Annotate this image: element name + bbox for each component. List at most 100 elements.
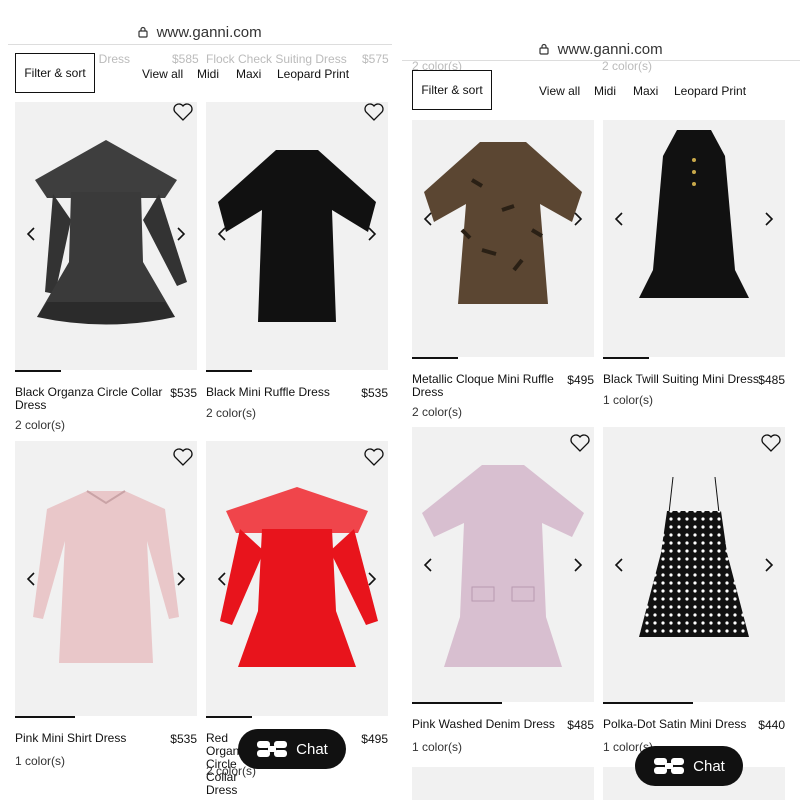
- lock-icon: [138, 26, 148, 38]
- product-price: $495: [567, 373, 594, 387]
- filter-sort-label: Filter & sort: [24, 66, 86, 80]
- chat-label: Chat: [296, 740, 328, 758]
- heart-icon[interactable]: [363, 102, 385, 122]
- product-name[interactable]: Black Twill Suiting Mini Dress: [603, 373, 763, 386]
- filter-sort-button[interactable]: Filter & sort: [412, 70, 492, 110]
- image-progress: [603, 357, 649, 359]
- left-screenshot: www.ganni.com …nza Ivy Mini Dress $585 F…: [0, 0, 400, 800]
- ghost-text: 2 color(s): [602, 59, 653, 73]
- product-image[interactable]: [206, 441, 388, 716]
- chevron-left-icon[interactable]: [613, 211, 625, 227]
- lock-icon: [539, 43, 549, 55]
- dress-image: [639, 130, 749, 298]
- nav-maxi[interactable]: Maxi: [633, 84, 658, 98]
- chevron-left-icon[interactable]: [25, 571, 37, 587]
- dress-image: [639, 476, 749, 637]
- chevron-left-icon[interactable]: [613, 557, 625, 573]
- chevron-right-icon[interactable]: [572, 211, 584, 227]
- product-card[interactable]: Pink Washed Denim Dress $485 1 color(s): [412, 427, 594, 767]
- nav-view-all[interactable]: View all: [142, 67, 183, 81]
- product-colors: 1 color(s): [15, 754, 66, 768]
- product-name[interactable]: Black Mini Ruffle Dress: [206, 386, 354, 399]
- nav-midi[interactable]: Midi: [197, 67, 219, 81]
- nav-maxi[interactable]: Maxi: [236, 67, 261, 81]
- chevron-left-icon[interactable]: [216, 226, 228, 242]
- product-image[interactable]: [15, 102, 197, 370]
- chevron-right-icon[interactable]: [175, 571, 187, 587]
- product-name[interactable]: Polka-Dot Satin Mini Dress: [603, 718, 751, 731]
- url-bar[interactable]: www.ganni.com: [402, 41, 800, 58]
- product-price: $535: [170, 732, 197, 746]
- product-colors: 2 color(s): [412, 405, 463, 419]
- product-colors: 1 color(s): [412, 740, 463, 754]
- chevron-right-icon[interactable]: [763, 557, 775, 573]
- next-row-card: [412, 767, 594, 800]
- heart-icon[interactable]: [569, 433, 591, 453]
- nav-midi[interactable]: Midi: [594, 84, 616, 98]
- heart-icon[interactable]: [172, 102, 194, 122]
- product-colors: 2 color(s): [206, 406, 257, 420]
- url-text: www.ganni.com: [557, 41, 663, 58]
- product-card[interactable]: Pink Mini Shirt Dress $535 1 color(s): [15, 441, 197, 781]
- chevron-right-icon[interactable]: [366, 571, 378, 587]
- image-progress: [206, 370, 252, 372]
- chat-label: Chat: [693, 757, 725, 775]
- ghost-text: $575: [362, 52, 389, 66]
- dress-image: [220, 487, 378, 667]
- chevron-right-icon[interactable]: [763, 211, 775, 227]
- filter-sort-label: Filter & sort: [421, 83, 483, 97]
- product-name[interactable]: Metallic Cloque Mini Ruffle Dress: [412, 373, 560, 399]
- right-screenshot: www.ganni.com 2 color(s) 2 color(s) Filt…: [402, 17, 800, 800]
- nav-leopard-print[interactable]: Leopard Print: [674, 84, 746, 98]
- image-progress: [206, 716, 252, 718]
- chevron-right-icon[interactable]: [572, 557, 584, 573]
- product-price: $440: [758, 718, 785, 732]
- product-card[interactable]: Black Mini Ruffle Dress $535 2 color(s): [206, 102, 388, 432]
- product-image[interactable]: [603, 120, 785, 357]
- nav-view-all[interactable]: View all: [539, 84, 580, 98]
- dress-image: [218, 150, 376, 322]
- url-text: www.ganni.com: [156, 24, 262, 41]
- dress-image: [35, 140, 187, 325]
- chevron-left-icon[interactable]: [422, 211, 434, 227]
- product-name[interactable]: Black Organza Circle Collar Dress: [15, 386, 163, 412]
- ghost-text: Flock Check Suiting Dress: [206, 52, 347, 66]
- chevron-left-icon[interactable]: [422, 557, 434, 573]
- product-price: $485: [758, 373, 785, 387]
- chevron-right-icon[interactable]: [175, 226, 187, 242]
- chat-logo-icon: [654, 758, 685, 774]
- chat-button[interactable]: Chat: [238, 729, 346, 769]
- heart-icon[interactable]: [363, 447, 385, 467]
- heart-icon[interactable]: [172, 447, 194, 467]
- image-progress: [15, 370, 61, 372]
- image-progress: [412, 357, 458, 359]
- dress-image: [33, 490, 179, 663]
- dress-image: [424, 142, 582, 304]
- divider: [8, 44, 392, 45]
- heart-icon[interactable]: [760, 433, 782, 453]
- product-image[interactable]: [206, 102, 388, 370]
- url-bar[interactable]: www.ganni.com: [0, 24, 400, 41]
- product-price: $535: [170, 386, 197, 400]
- product-image[interactable]: [15, 441, 197, 716]
- ghost-text: $585: [172, 52, 199, 66]
- product-image[interactable]: [412, 427, 594, 702]
- chevron-right-icon[interactable]: [366, 226, 378, 242]
- product-card[interactable]: Metallic Cloque Mini Ruffle Dress $495 2…: [412, 120, 594, 425]
- product-card[interactable]: Black Twill Suiting Mini Dress $485 1 co…: [603, 120, 785, 425]
- product-price: $535: [361, 386, 388, 400]
- product-name[interactable]: Pink Washed Denim Dress: [412, 718, 560, 731]
- nav-leopard-print[interactable]: Leopard Print: [277, 67, 349, 81]
- chat-logo-icon: [257, 741, 288, 757]
- product-name[interactable]: Pink Mini Shirt Dress: [15, 732, 163, 745]
- product-image[interactable]: [412, 120, 594, 357]
- chevron-left-icon[interactable]: [25, 226, 37, 242]
- product-image[interactable]: [603, 427, 785, 702]
- product-card[interactable]: Black Organza Circle Collar Dress $535 2…: [15, 102, 197, 432]
- product-card[interactable]: Polka-Dot Satin Mini Dress $440 1 color(…: [603, 427, 785, 767]
- chevron-left-icon[interactable]: [216, 571, 228, 587]
- chat-button[interactable]: Chat: [635, 746, 743, 786]
- dress-image: [422, 465, 584, 667]
- filter-sort-button[interactable]: Filter & sort: [15, 53, 95, 93]
- image-progress: [412, 702, 502, 704]
